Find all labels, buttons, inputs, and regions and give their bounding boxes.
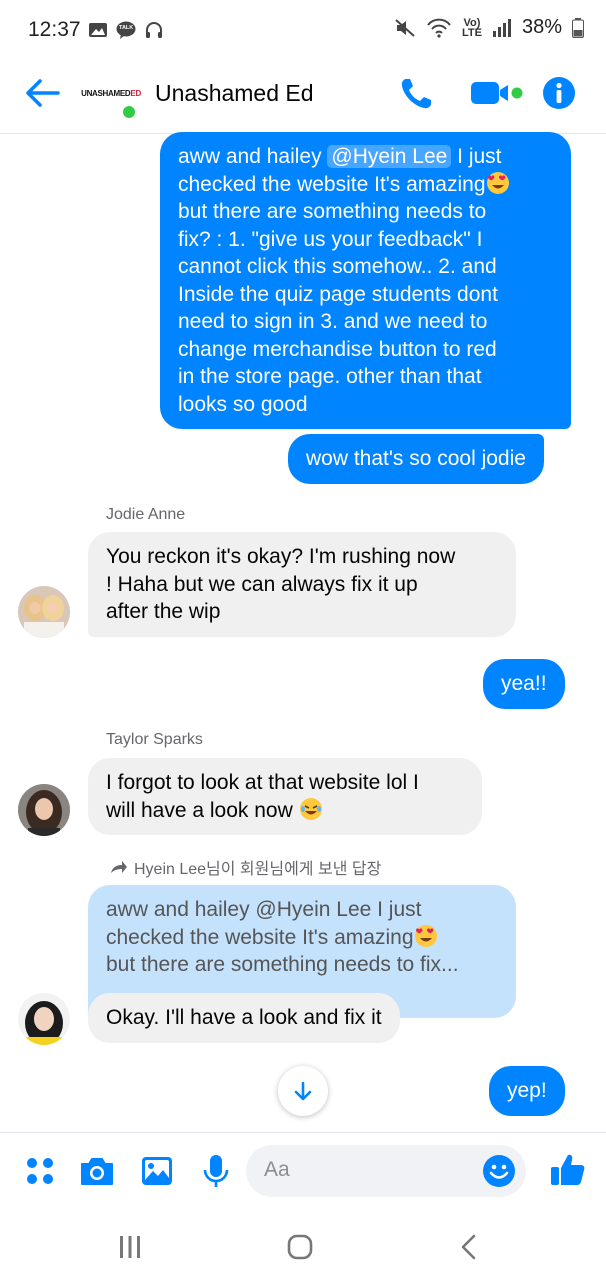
incoming-message[interactable]: Okay. I'll have a look and fix it [88, 993, 400, 1043]
thumbs-up-icon[interactable] [549, 1151, 587, 1189]
gallery-icon[interactable] [139, 1153, 175, 1189]
video-icon[interactable] [470, 78, 526, 108]
scroll-down-button[interactable] [278, 1066, 328, 1116]
battery-percent: 38% [521, 16, 562, 38]
back-arrow-icon[interactable] [22, 76, 62, 110]
camera-icon[interactable] [79, 1153, 115, 1189]
sender-name: Jodie Anne [106, 506, 186, 523]
avatar[interactable] [18, 586, 70, 638]
online-indicator [121, 104, 137, 120]
reply-label: Hyein Lee님이 회원님에게 보낸 답장 [110, 855, 381, 879]
volte-status-icon: Vo) LTE [462, 16, 482, 39]
incoming-message[interactable]: You reckon it's okay? I'm rushing now ! … [88, 532, 516, 637]
recent-apps-icon[interactable] [113, 1230, 147, 1264]
microphone-icon[interactable] [198, 1153, 234, 1189]
status-time: 12:37 [28, 18, 81, 41]
talk-status-icon: TALK [116, 20, 136, 40]
reply-arrow-icon [111, 861, 127, 873]
incoming-message[interactable]: I forgot to look at that website lol I w… [88, 758, 482, 835]
message-input-container[interactable] [246, 1145, 526, 1197]
outgoing-message[interactable]: aww and hailey @Hyein Lee I just checked… [160, 132, 571, 429]
avatar[interactable] [18, 993, 70, 1045]
contact-name[interactable]: Unashamed Ed [155, 80, 314, 107]
laughing-emoji-icon [299, 797, 322, 820]
message-composer [0, 1132, 606, 1210]
conversation-header: UNASHAMEDED Unashamed Ed [0, 62, 606, 134]
home-icon[interactable] [283, 1230, 317, 1264]
avatar[interactable] [18, 784, 70, 836]
headphones-status-icon [146, 22, 162, 38]
back-nav-icon[interactable] [453, 1230, 487, 1264]
outgoing-message[interactable]: wow that's so cool jodie [288, 434, 544, 484]
battery-icon [572, 17, 584, 38]
heart-eyes-emoji-icon [486, 171, 509, 194]
signal-status-icon [492, 18, 511, 37]
outgoing-message[interactable]: yea!! [483, 659, 565, 709]
outgoing-message[interactable]: yep! [489, 1066, 565, 1116]
scroll-down-icon [294, 1081, 312, 1101]
system-nav-bar [0, 1210, 606, 1280]
mention-tag[interactable]: @Hyein Lee [327, 145, 452, 168]
mute-status-icon [395, 18, 415, 37]
status-bar: 12:37 TALK Vo) LTE 38% [0, 0, 606, 62]
emoji-icon[interactable] [482, 1154, 516, 1188]
info-icon[interactable] [542, 76, 576, 110]
apps-icon[interactable] [22, 1153, 58, 1189]
sender-name: Taylor Sparks [106, 731, 203, 748]
heart-eyes-emoji-icon [414, 924, 437, 947]
message-input[interactable] [264, 1158, 474, 1182]
phone-icon[interactable] [398, 76, 434, 112]
wifi-status-icon [427, 18, 451, 38]
gallery-status-icon [89, 23, 107, 37]
